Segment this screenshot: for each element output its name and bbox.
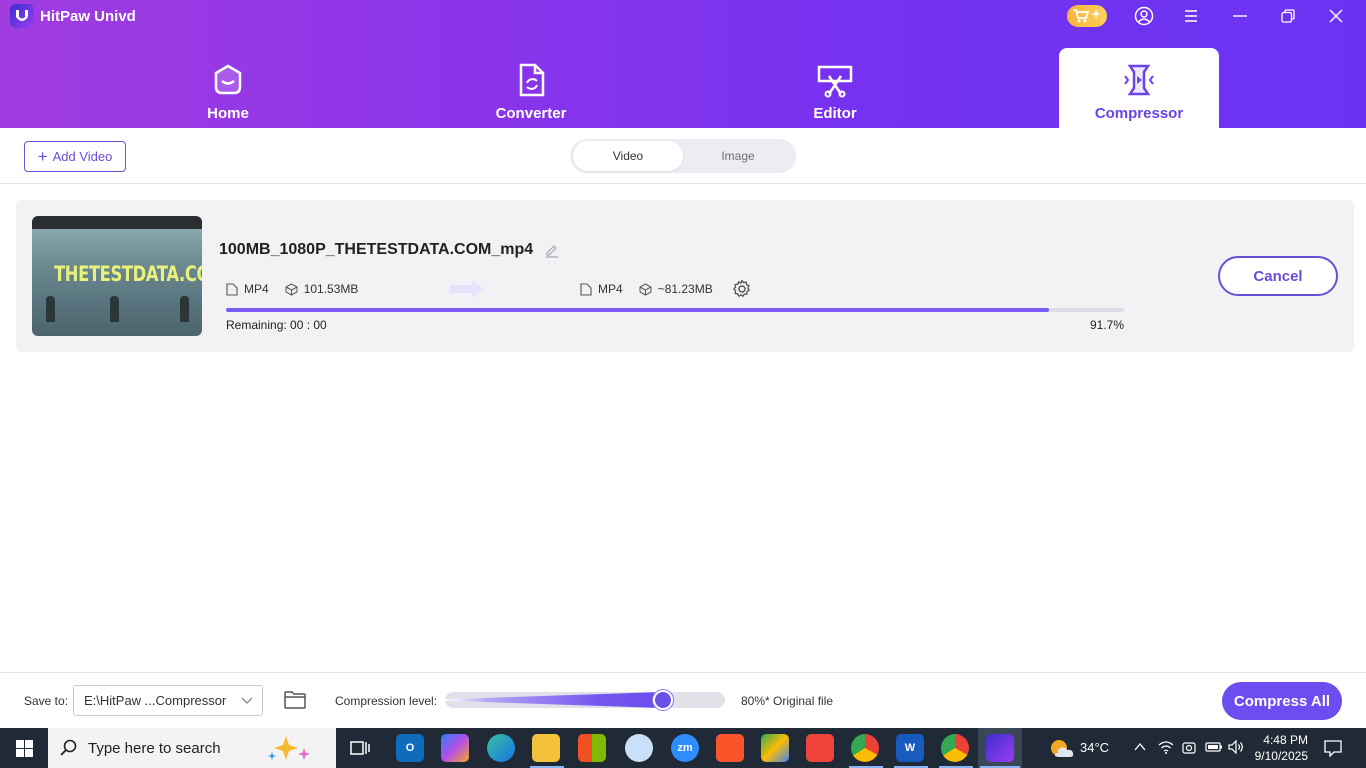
minimize-icon[interactable]	[1228, 5, 1252, 27]
google-meet-icon[interactable]	[761, 734, 789, 762]
add-video-button[interactable]: + Add Video	[24, 141, 126, 172]
compression-value: 80%* Original file	[741, 694, 834, 708]
weather-icon	[1051, 740, 1074, 757]
tab-home-label: Home	[207, 105, 249, 122]
add-video-label: Add Video	[52, 149, 113, 164]
compression-slider-fill	[445, 692, 664, 708]
toolbar-divider	[0, 183, 1366, 184]
notifications-icon[interactable]	[1324, 739, 1342, 757]
compress-all-button[interactable]: Compress All	[1222, 682, 1342, 720]
settings-gear-icon[interactable]	[732, 279, 752, 299]
chevron-up-icon[interactable]	[1134, 742, 1146, 752]
microsoft-store-icon[interactable]	[578, 734, 606, 762]
anydesk-icon[interactable]	[806, 734, 834, 762]
title-header: HitPaw Univd Home Converter Editor Compr…	[0, 0, 1366, 128]
edge-icon[interactable]	[487, 734, 515, 762]
open-folder-icon[interactable]	[283, 688, 307, 712]
app-title: HitPaw Univd	[40, 8, 136, 25]
compression-progress-bar	[226, 308, 1124, 312]
task-view-icon[interactable]	[346, 734, 374, 762]
cancel-button[interactable]: Cancel	[1218, 256, 1338, 296]
media-type-toggle: Video Image	[570, 139, 796, 173]
file-size-icon	[639, 282, 652, 296]
target-size: ~81.23MB	[657, 282, 713, 296]
video-thumbnail[interactable]: THETESTDATA.COM	[32, 216, 202, 336]
home-icon	[214, 64, 242, 95]
source-meta: MP4 101.53MB	[226, 282, 358, 296]
clock-date: 9/10/2025	[1254, 749, 1308, 763]
tab-converter[interactable]: Converter	[451, 48, 611, 128]
convert-arrow-icon	[450, 280, 484, 298]
tab-home[interactable]: Home	[148, 48, 308, 128]
tab-compressor-label: Compressor	[1094, 105, 1184, 122]
tab-image[interactable]: Image	[683, 141, 793, 171]
windows-start-icon[interactable]	[0, 728, 48, 768]
file-format-icon	[226, 282, 238, 296]
tab-editor[interactable]: Editor	[755, 48, 915, 128]
compression-slider[interactable]	[445, 692, 725, 708]
camera-icon[interactable]	[1182, 740, 1196, 756]
progress-percent: 91.7%	[1089, 318, 1124, 332]
thumbnail-figure	[110, 296, 119, 322]
wifi-icon[interactable]	[1158, 740, 1174, 754]
menu-icon[interactable]	[1179, 5, 1203, 27]
thumbnail-text: THETESTDATA.COM	[54, 262, 202, 286]
thumbnail-figure	[46, 296, 55, 322]
cart-icon[interactable]	[1067, 5, 1107, 27]
copilot-icon[interactable]	[441, 734, 469, 762]
save-to-label: Save to:	[24, 694, 69, 708]
editor-icon	[817, 65, 853, 98]
word-icon[interactable]: W	[896, 734, 924, 762]
search-icon	[60, 739, 77, 756]
chrome-z-icon[interactable]	[941, 734, 969, 762]
tab-converter-label: Converter	[495, 105, 567, 122]
hitpaw-taskbar-icon[interactable]	[986, 734, 1014, 762]
taskbar-clock[interactable]: 4:48 PM 9/10/2025	[1252, 732, 1308, 764]
compression-level-label: Compression level:	[335, 694, 438, 708]
clock-time: 4:48 PM	[1263, 733, 1308, 747]
thumbnail-figure	[180, 296, 189, 322]
weather-temp[interactable]: 34°C	[1080, 740, 1109, 755]
plus-icon: +	[37, 146, 48, 166]
compressor-icon	[1124, 64, 1154, 96]
file-name: 100MB_1080P_THETESTDATA.COM_mp4	[219, 241, 534, 258]
brave-icon[interactable]	[716, 734, 744, 762]
file-size-icon	[285, 282, 298, 296]
restore-icon[interactable]	[1276, 5, 1300, 27]
windows-taskbar: Type here to search O zm W 34°C 4:48 PM …	[0, 728, 1366, 768]
battery-icon[interactable]	[1205, 741, 1223, 753]
source-size: 101.53MB	[303, 282, 359, 296]
tab-video[interactable]: Video	[573, 141, 683, 171]
taskbar-search-box[interactable]: Type here to search	[48, 728, 336, 768]
file-explorer-icon[interactable]	[532, 734, 560, 762]
zoom-icon[interactable]: zm	[671, 734, 699, 762]
rename-pencil-icon[interactable]	[544, 243, 560, 259]
chevron-down-icon	[241, 697, 253, 704]
search-placeholder: Type here to search	[88, 740, 221, 757]
volume-icon[interactable]	[1228, 740, 1244, 754]
hitpaw-logo-icon	[10, 4, 34, 28]
progress-fill	[226, 308, 1050, 312]
file-format-icon	[580, 282, 592, 296]
account-icon[interactable]	[1132, 5, 1156, 27]
source-format: MP4	[244, 282, 269, 296]
remaining-time: Remaining: 00 : 00	[226, 318, 327, 332]
close-icon[interactable]	[1324, 5, 1348, 27]
target-meta: MP4 ~81.23MB	[580, 282, 713, 296]
tab-compressor[interactable]: Compressor	[1059, 48, 1219, 128]
save-path-value: E:\HitPaw ...Compressor	[84, 693, 227, 708]
save-path-dropdown[interactable]: E:\HitPaw ...Compressor	[73, 685, 263, 716]
paint-icon[interactable]	[625, 734, 653, 762]
target-format: MP4	[598, 282, 623, 296]
chrome-h-icon[interactable]	[851, 734, 879, 762]
footer-bar: Save to: E:\HitPaw ...Compressor Compres…	[0, 672, 1366, 728]
file-item: THETESTDATA.COM 100MB_1080P_THETESTDATA.…	[16, 200, 1354, 352]
sparkle-icon	[268, 736, 310, 760]
converter-icon	[519, 63, 545, 97]
tab-editor-label: Editor	[813, 105, 857, 122]
outlook-icon[interactable]: O	[396, 734, 424, 762]
